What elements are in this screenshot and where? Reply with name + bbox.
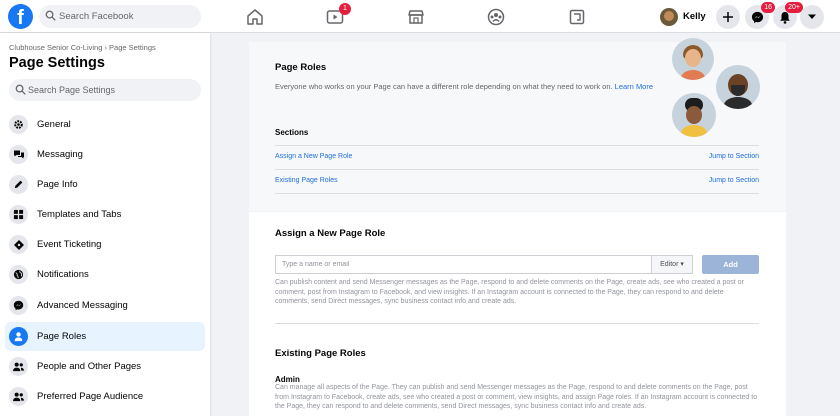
page-roles-title: Page Roles — [275, 62, 327, 73]
top-navigation-bar: f 1 Kelly 16 20+ — [0, 0, 840, 33]
jump-to-section-assign[interactable]: Jump to Section — [650, 153, 759, 160]
facebook-logo[interactable]: f — [8, 4, 33, 29]
existing-roles-title: Existing Page Roles — [275, 348, 366, 359]
plus-icon — [723, 12, 733, 22]
sidebar-item-label: Templates and Tabs — [37, 209, 122, 220]
learn-more-link[interactable]: Learn More — [615, 82, 653, 91]
facebook-search[interactable] — [39, 5, 201, 28]
sidebar-item-label: General — [37, 119, 71, 130]
notifications-button[interactable]: 20+ — [773, 2, 803, 29]
account-menu-button[interactable] — [800, 5, 824, 29]
divider — [275, 169, 759, 170]
page-settings-search-input[interactable] — [28, 79, 198, 101]
gaming-icon[interactable] — [566, 6, 588, 28]
home-icon[interactable] — [244, 6, 266, 28]
watch-icon[interactable]: 1 — [324, 3, 351, 28]
profile-chip[interactable]: Kelly — [660, 5, 706, 28]
sidebar-item-label: Preferred Page Audience — [37, 391, 144, 402]
section-link-assign[interactable]: Assign a New Page Role — [275, 153, 352, 160]
watch-badge: 1 — [339, 3, 351, 15]
page-title: Page Settings — [9, 55, 105, 71]
add-role-button[interactable]: Add — [702, 255, 759, 274]
sidebar-item-label: Advanced Messaging — [37, 300, 128, 311]
ticket-icon — [9, 235, 28, 254]
grid-icon — [9, 205, 28, 224]
sidebar-item-preferred-page-audience[interactable]: Preferred Page Audience — [5, 382, 205, 411]
sidebar-item-people-and-other-pages[interactable]: People and Other Pages — [5, 352, 205, 381]
illustration-person-1 — [672, 38, 714, 80]
sidebar-item-page-roles[interactable]: Page Roles — [5, 322, 205, 351]
sidebar-item-label: People and Other Pages — [37, 361, 142, 372]
breadcrumb[interactable]: Clubhouse Senior Co-Living › Page Settin… — [9, 43, 156, 52]
gear-icon — [9, 115, 28, 134]
page-roles-description: Everyone who works on your Page can have… — [275, 82, 654, 91]
messenger-icon — [9, 296, 28, 315]
globe-icon — [9, 265, 28, 284]
role-select[interactable]: Editor ▾ — [651, 255, 693, 274]
section-link-existing[interactable]: Existing Page Roles — [275, 177, 338, 184]
sidebar-item-advanced-messaging[interactable]: Advanced Messaging — [5, 291, 205, 320]
profile-name: Kelly — [683, 11, 706, 22]
messenger-icon — [751, 11, 763, 23]
messenger-button[interactable]: 16 — [745, 2, 775, 29]
pencil-icon — [9, 175, 28, 194]
admin-role-description: Can manage all aspects of the Page. They… — [275, 384, 758, 410]
sidebar-item-notifications[interactable]: Notifications — [5, 260, 205, 289]
people-icon — [9, 387, 28, 406]
sections-label: Sections — [275, 128, 309, 137]
sidebar-item-event-ticketing[interactable]: Event Ticketing — [5, 230, 205, 259]
search-icon — [15, 84, 26, 95]
page-settings-search[interactable] — [9, 79, 201, 101]
sidebar-item-page-info[interactable]: Page Info — [5, 170, 205, 199]
jump-to-section-existing[interactable]: Jump to Section — [650, 177, 759, 184]
divider — [275, 145, 759, 146]
sidebar-item-templates-and-tabs[interactable]: Templates and Tabs — [5, 200, 205, 229]
divider — [275, 193, 759, 194]
messenger-badge: 16 — [761, 2, 775, 13]
sidebar-item-label: Notifications — [37, 269, 89, 280]
sidebar-item-label: Page Info — [37, 179, 78, 190]
create-button[interactable] — [716, 5, 740, 29]
illustration-person-2 — [716, 65, 760, 109]
caret-down-icon — [808, 14, 816, 19]
sidebar-item-label: Messaging — [37, 149, 83, 160]
settings-sidebar: Clubhouse Senior Co-Living › Page Settin… — [0, 33, 210, 416]
sidebar-item-general[interactable]: General — [5, 110, 205, 139]
sidebar-item-label: Event Ticketing — [37, 239, 102, 250]
person-icon — [9, 327, 28, 346]
sidebar-item-label: Page Roles — [37, 331, 87, 342]
groups-icon[interactable] — [485, 6, 507, 28]
avatar — [660, 7, 678, 26]
divider — [275, 323, 759, 324]
speech-bubbles-icon — [9, 145, 28, 164]
role-person-input[interactable] — [275, 255, 651, 274]
role-description: Can publish content and send Messenger m… — [275, 279, 744, 305]
sidebar-item-messaging[interactable]: Messaging — [5, 140, 205, 169]
search-icon — [45, 10, 56, 21]
facebook-search-input[interactable] — [59, 5, 197, 28]
people-icon — [9, 357, 28, 376]
illustration-person-3 — [672, 93, 716, 137]
assign-role-title: Assign a New Page Role — [275, 228, 386, 239]
marketplace-icon[interactable] — [405, 6, 427, 28]
